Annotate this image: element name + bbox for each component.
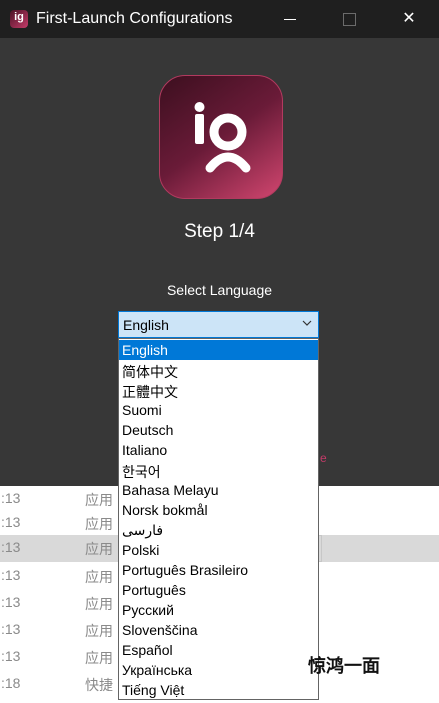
language-option[interactable]: 한국어 — [119, 460, 318, 480]
language-option-label: Português — [122, 582, 186, 598]
language-option-label: Polski — [122, 542, 160, 558]
language-select[interactable]: English — [118, 311, 319, 338]
row-name: 应用 — [85, 541, 113, 557]
row-name: 快捷 — [85, 677, 113, 693]
row-time: :13 — [1, 490, 21, 506]
language-option[interactable]: Suomi — [119, 400, 318, 420]
row-name: 应用 — [85, 650, 113, 666]
row-time: :13 — [1, 514, 21, 530]
row-time: :13 — [1, 648, 21, 664]
language-option[interactable]: Bahasa Melayu — [119, 480, 318, 500]
language-option[interactable]: Slovenščina — [119, 620, 318, 640]
language-option[interactable]: English — [119, 340, 318, 360]
row-name: 应用 — [85, 596, 113, 612]
language-option[interactable]: Polski — [119, 540, 318, 560]
language-option[interactable]: Українська — [119, 660, 318, 680]
language-option-label: Português Brasileiro — [122, 562, 249, 578]
row-time: :13 — [1, 621, 21, 637]
language-select-value: English — [123, 317, 169, 333]
row-name: 应用 — [85, 492, 113, 508]
language-dropdown-list[interactable]: English 简体中文 正體中文 Suomi Deutsch Italiano… — [118, 338, 319, 700]
language-option[interactable]: فارسی — [119, 520, 318, 540]
language-option[interactable]: 简体中文 — [119, 360, 318, 380]
watermark: 惊鸿一面 — [308, 656, 380, 676]
close-button[interactable]: ✕ — [380, 0, 438, 38]
accent-text-fragment: e — [320, 451, 327, 465]
maximize-icon — [343, 13, 356, 26]
language-option-label: 正體中文 — [122, 384, 178, 400]
language-option[interactable]: Português — [119, 580, 318, 600]
select-language-label: Select Language — [166, 282, 273, 298]
row-time: :18 — [1, 675, 21, 691]
app-logo — [159, 75, 283, 199]
language-option[interactable]: Tiếng Việt — [119, 680, 318, 700]
language-option-label: 简体中文 — [122, 364, 178, 380]
title-bar[interactable]: ig First-Launch Configurations ✕ — [0, 0, 439, 38]
close-icon: ✕ — [402, 10, 416, 27]
minimize-icon — [284, 19, 296, 20]
language-option-label: Tiếng Việt — [122, 682, 185, 698]
language-option[interactable]: Deutsch — [119, 420, 318, 440]
language-option-label: Norsk bokmål — [122, 502, 208, 518]
language-option[interactable]: Português Brasileiro — [119, 560, 318, 580]
row-name: 应用 — [85, 569, 113, 585]
ig-logo-icon — [194, 102, 251, 173]
row-time: :13 — [1, 594, 21, 610]
language-option-label: Українська — [122, 662, 193, 678]
maximize-button[interactable] — [320, 0, 378, 38]
language-option-label: English — [122, 342, 168, 358]
language-option[interactable]: Italiano — [119, 440, 318, 460]
language-option-label: فارسی — [122, 522, 164, 538]
language-option-label: Deutsch — [122, 422, 174, 438]
window-title: First-Launch Configurations — [36, 10, 233, 27]
row-time: :13 — [1, 567, 21, 583]
language-option-label: Español — [122, 642, 173, 658]
row-name: 应用 — [85, 516, 113, 532]
language-option-label: Italiano — [122, 442, 168, 458]
step-indicator: Step 1/4 — [184, 221, 255, 242]
language-option-label: Bahasa Melayu — [122, 482, 219, 498]
row-time: :13 — [1, 539, 21, 555]
minimize-button[interactable] — [262, 0, 320, 38]
chevron-down-icon — [302, 320, 312, 326]
language-option-label: Slovenščina — [122, 622, 198, 638]
app-logo-icon: ig — [10, 10, 28, 28]
language-option[interactable]: Русский — [119, 600, 318, 620]
language-option-label: Suomi — [122, 402, 162, 418]
language-option-label: Русский — [122, 602, 174, 618]
language-option[interactable]: 正體中文 — [119, 380, 318, 400]
language-option-label: 한국어 — [122, 464, 161, 480]
language-option[interactable]: Norsk bokmål — [119, 500, 318, 520]
language-option[interactable]: Español — [119, 640, 318, 660]
row-name: 应用 — [85, 623, 113, 639]
app-icon-text: ig — [14, 11, 24, 23]
